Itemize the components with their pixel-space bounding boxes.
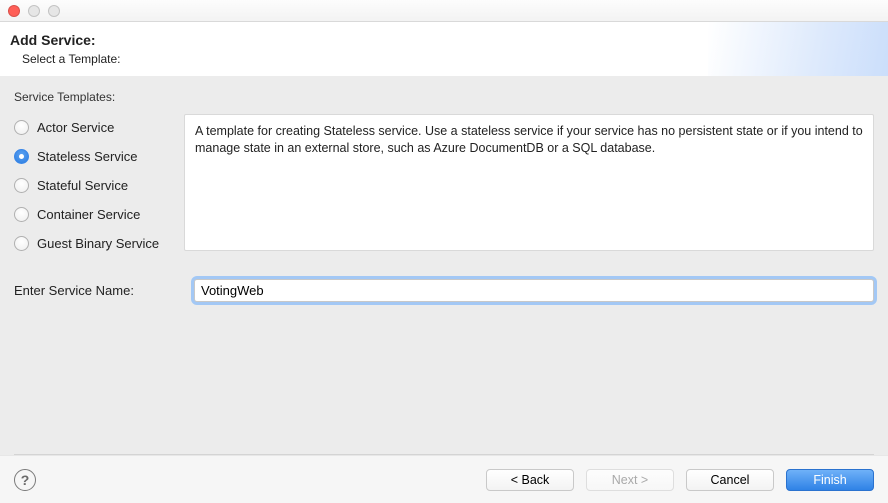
radio-icon	[14, 207, 29, 222]
templates-row: Actor Service Stateless Service Stateful…	[14, 114, 874, 251]
minimize-icon	[28, 5, 40, 17]
template-list: Actor Service Stateless Service Stateful…	[14, 114, 174, 251]
back-button[interactable]: < Back	[486, 469, 574, 491]
service-name-input[interactable]	[194, 279, 874, 302]
service-name-row: Enter Service Name:	[14, 279, 874, 302]
radio-icon	[14, 236, 29, 251]
page-title: Add Service:	[10, 32, 878, 48]
template-option-container[interactable]: Container Service	[14, 207, 174, 222]
template-option-guest-binary[interactable]: Guest Binary Service	[14, 236, 174, 251]
footer: ? < Back Next > Cancel Finish	[0, 455, 888, 503]
cancel-button[interactable]: Cancel	[686, 469, 774, 491]
template-option-label: Stateless Service	[37, 149, 137, 164]
header: Add Service: Select a Template:	[0, 22, 888, 76]
template-option-label: Actor Service	[37, 120, 114, 135]
finish-button[interactable]: Finish	[786, 469, 874, 491]
next-button: Next >	[586, 469, 674, 491]
add-service-dialog: Add Service: Select a Template: Service …	[0, 0, 888, 503]
template-option-label: Container Service	[37, 207, 140, 222]
titlebar	[0, 0, 888, 22]
template-option-stateful[interactable]: Stateful Service	[14, 178, 174, 193]
template-option-label: Stateful Service	[37, 178, 128, 193]
service-name-label: Enter Service Name:	[14, 283, 174, 298]
template-option-stateless[interactable]: Stateless Service	[14, 149, 174, 164]
maximize-icon	[48, 5, 60, 17]
content-area: Service Templates: Actor Service Statele…	[0, 76, 888, 455]
templates-group-label: Service Templates:	[14, 90, 874, 104]
page-subtitle: Select a Template:	[22, 52, 878, 66]
template-option-actor[interactable]: Actor Service	[14, 120, 174, 135]
radio-icon	[14, 178, 29, 193]
template-description: A template for creating Stateless servic…	[184, 114, 874, 251]
radio-icon	[14, 120, 29, 135]
help-glyph: ?	[21, 472, 30, 488]
template-option-label: Guest Binary Service	[37, 236, 159, 251]
radio-icon	[14, 149, 29, 164]
close-icon[interactable]	[8, 5, 20, 17]
help-icon[interactable]: ?	[14, 469, 36, 491]
